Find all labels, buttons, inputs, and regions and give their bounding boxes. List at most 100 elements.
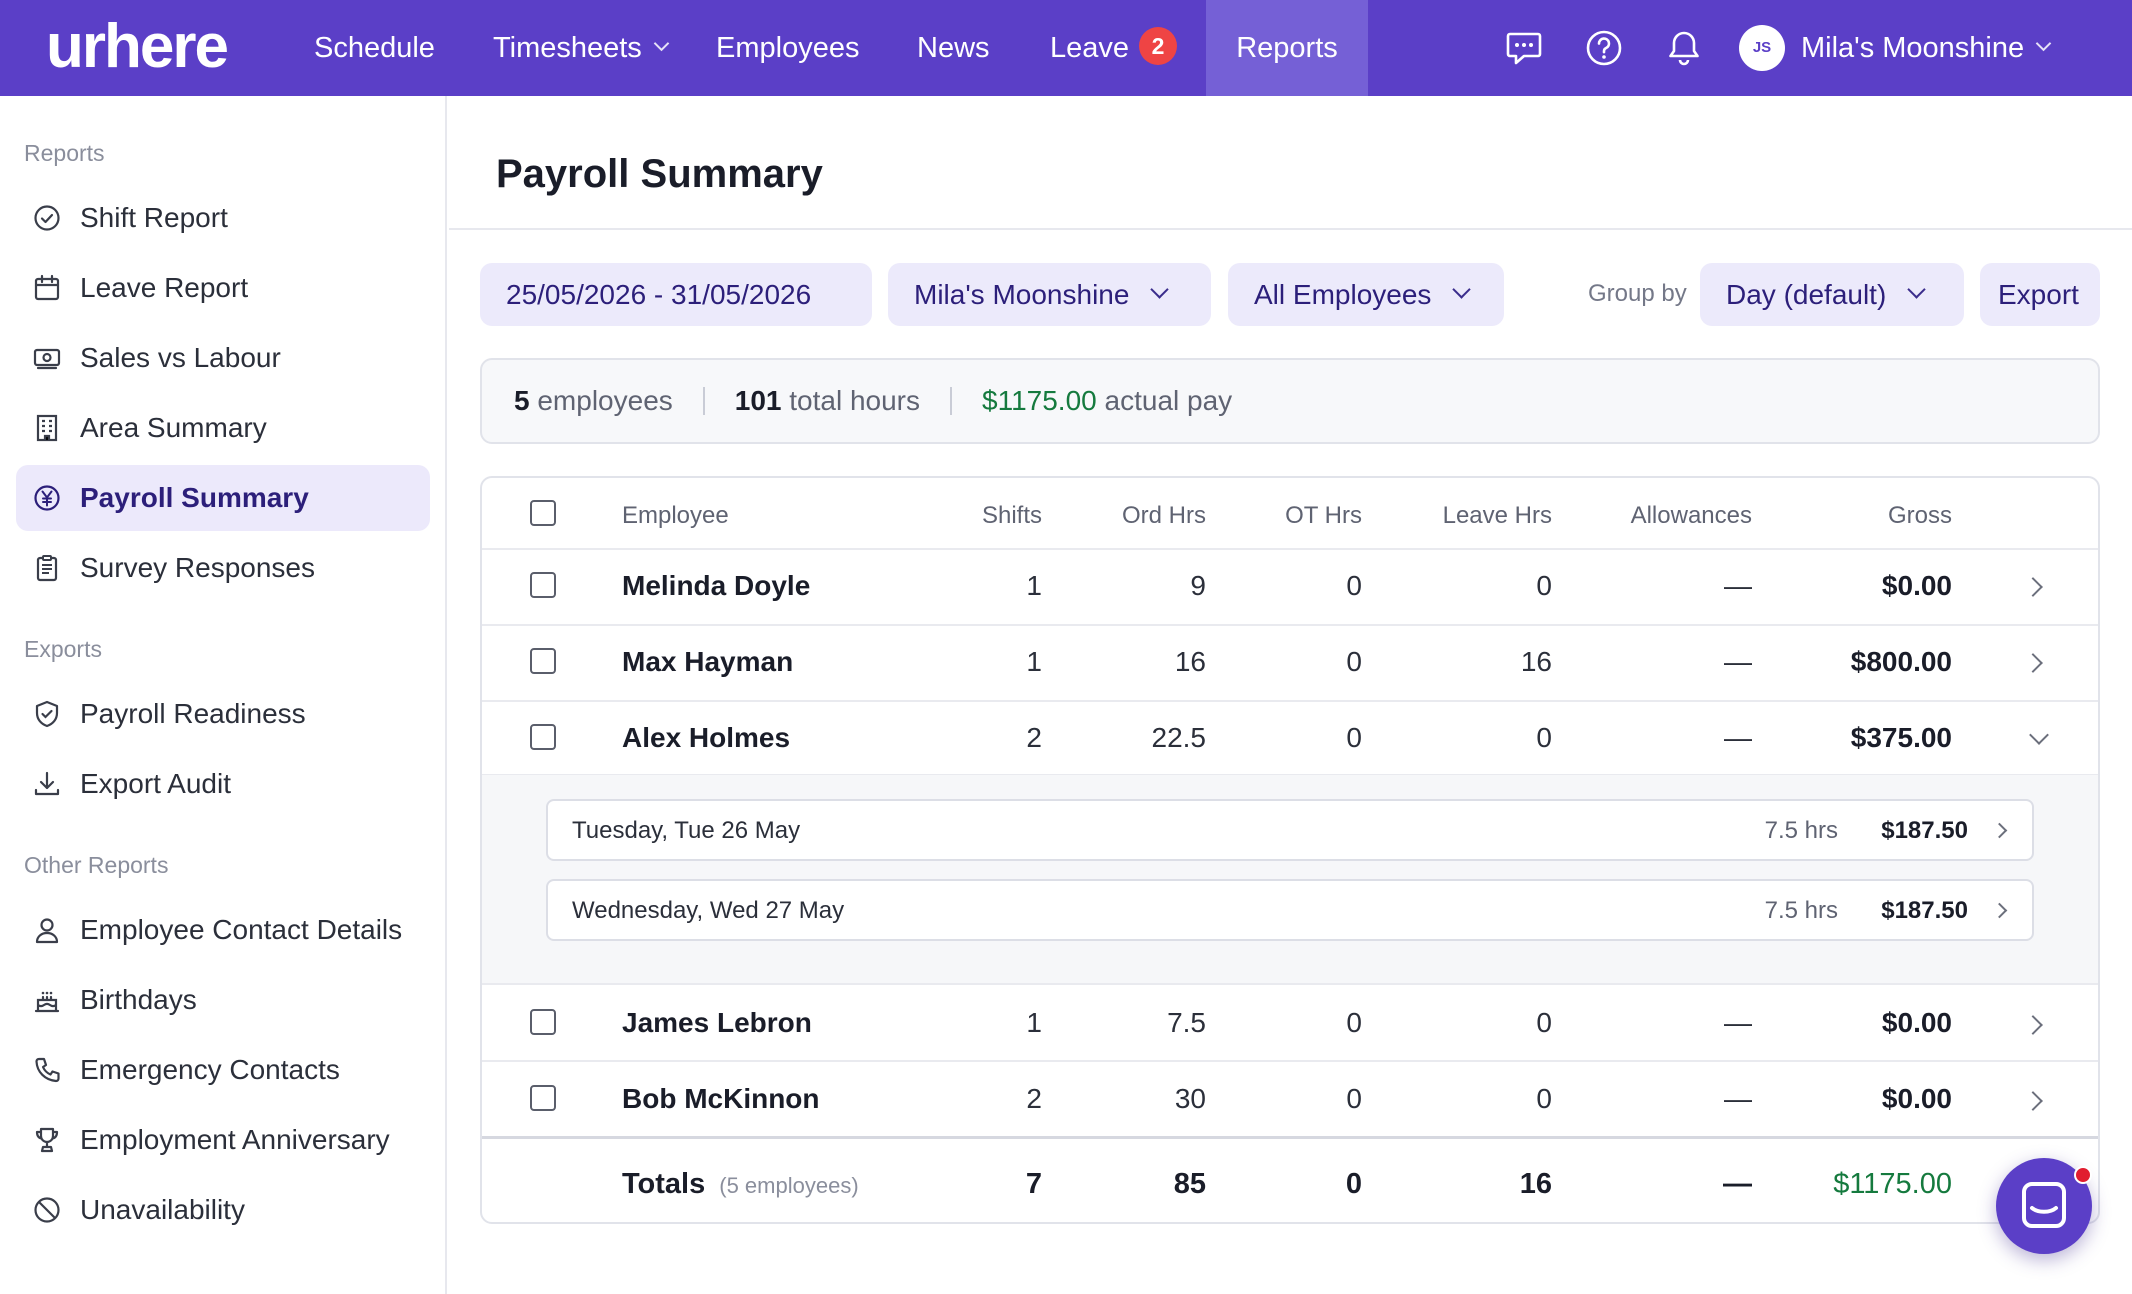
nav-schedule[interactable]: Schedule — [314, 0, 435, 96]
row-divider — [482, 983, 2098, 985]
day-amount: $187.50 — [1881, 817, 1968, 844]
chevron-down-icon — [2035, 35, 2052, 52]
shifts-value: 1 — [1026, 1007, 1042, 1038]
nav-news[interactable]: News — [917, 0, 990, 96]
avatar[interactable]: JS — [1739, 25, 1785, 71]
app-logo[interactable]: urhere — [46, 12, 229, 82]
employee-name[interactable]: James Lebron — [622, 1007, 812, 1039]
day-breakdown-row[interactable]: Tuesday, Tue 26 May 7.5 hrs $187.50 — [546, 799, 2034, 861]
row-checkbox[interactable] — [530, 648, 556, 674]
allowances-value: — — [1724, 1083, 1752, 1114]
totals-shifts: 7 — [1025, 1168, 1042, 1200]
stat-employees-label: employees — [537, 385, 673, 416]
totals-label: Totals — [622, 1168, 706, 1200]
date-range-picker[interactable]: 25/05/2026 - 31/05/2026 — [480, 263, 872, 326]
nav-timesheets[interactable]: Timesheets — [493, 0, 670, 96]
chevron-right-icon[interactable] — [1991, 822, 2008, 839]
chevron-down-icon — [653, 35, 670, 52]
sidebar-item-area-summary[interactable]: Area Summary — [16, 395, 430, 461]
chevron-right-icon[interactable] — [2023, 1015, 2043, 1035]
row-divider — [482, 548, 2098, 550]
chevron-right-icon[interactable] — [2023, 1091, 2043, 1111]
sidebar-item-survey-responses[interactable]: Survey Responses — [16, 535, 430, 601]
stat-employees-count: 5 — [514, 385, 530, 416]
help-icon[interactable] — [1584, 28, 1624, 68]
chevron-down-icon[interactable] — [2029, 725, 2049, 745]
shifts-value: 2 — [1026, 722, 1042, 753]
sidebar-item-payroll-summary[interactable]: Payroll Summary — [16, 465, 430, 531]
totals-gross: $1175.00 — [1833, 1168, 1952, 1200]
row-checkbox[interactable] — [530, 572, 556, 598]
group-by-select[interactable]: Day (default) — [1700, 263, 1964, 326]
sidebar-item-sales-vs-labour[interactable]: Sales vs Labour — [16, 325, 430, 391]
location-select[interactable]: Mila's Moonshine — [888, 263, 1211, 326]
nav-leave[interactable]: Leave 2 — [1050, 0, 1178, 96]
sidebar-item-employment-anniversary[interactable]: Employment Anniversary — [16, 1107, 430, 1173]
clipboard-icon — [36, 555, 58, 582]
ot-hrs-value: 0 — [1346, 722, 1362, 753]
employee-name[interactable]: Bob McKinnon — [622, 1083, 820, 1115]
row-checkbox[interactable] — [530, 724, 556, 750]
leave-hrs-value: 0 — [1536, 722, 1552, 753]
sidebar-item-payroll-readiness[interactable]: Payroll Readiness — [16, 681, 430, 747]
stat-divider — [702, 387, 705, 415]
leave-hrs-value: 0 — [1536, 1007, 1552, 1038]
bell-icon[interactable] — [1664, 28, 1704, 68]
sidebar-item-leave-report[interactable]: Leave Report — [16, 255, 430, 321]
column-header-leave-hrs[interactable]: Leave Hrs — [1362, 502, 1552, 530]
row-checkbox[interactable] — [530, 1009, 556, 1035]
nav-employees[interactable]: Employees — [716, 0, 859, 96]
nav-reports-label: Reports — [1236, 32, 1338, 64]
column-header-employee[interactable]: Employee — [622, 502, 729, 530]
sidebar-item-label: Emergency Contacts — [80, 1054, 340, 1085]
chat-icon[interactable] — [1504, 28, 1544, 68]
employee-name[interactable]: Max Hayman — [622, 646, 793, 678]
select-all-checkbox[interactable] — [530, 500, 556, 526]
column-header-ot-hrs[interactable]: OT Hrs — [1206, 502, 1362, 530]
sidebar-item-label: Survey Responses — [80, 552, 316, 583]
stat-divider — [950, 387, 953, 415]
row-checkbox[interactable] — [530, 1085, 556, 1111]
chevron-right-icon[interactable] — [2023, 653, 2043, 673]
stat-pay-label: actual pay — [1104, 385, 1233, 416]
phone-icon — [35, 1057, 60, 1083]
day-hours: 7.5 hrs — [1764, 817, 1838, 844]
ot-hrs-value: 0 — [1346, 1007, 1362, 1038]
sidebar-item-export-audit[interactable]: Export Audit — [16, 751, 430, 817]
ord-hrs-value: 7.5 — [1167, 1007, 1206, 1038]
row-divider — [482, 1060, 2098, 1062]
employee-name[interactable]: Alex Holmes — [622, 722, 790, 754]
sidebar-item-unavailability[interactable]: Unavailability — [16, 1177, 430, 1243]
export-button[interactable]: Export — [1980, 263, 2100, 326]
column-header-gross[interactable]: Gross — [1752, 502, 1952, 530]
column-header-shifts[interactable]: Shifts — [922, 502, 1042, 530]
totals-leave-hrs: 16 — [1519, 1168, 1552, 1200]
day-breakdown-row[interactable]: Wednesday, Wed 27 May 7.5 hrs $187.50 — [546, 879, 2034, 941]
chevron-right-icon[interactable] — [2023, 577, 2043, 597]
sidebar-item-employee-contact-details[interactable]: Employee Contact Details — [16, 897, 430, 963]
ord-hrs-value: 16 — [1174, 646, 1206, 677]
shifts-value: 1 — [1026, 646, 1042, 677]
export-button-label: Export — [1998, 278, 2079, 310]
totals-divider — [482, 1136, 2098, 1139]
title-divider — [449, 228, 2132, 230]
chevron-right-icon[interactable] — [1991, 902, 2008, 919]
sidebar-item-label: Export Audit — [80, 768, 231, 799]
stat-hours-value: 101 — [734, 385, 782, 416]
cash-icon — [33, 348, 61, 370]
account-menu[interactable]: Mila's Moonshine — [1801, 0, 2052, 96]
column-header-allowances[interactable]: Allowances — [1552, 502, 1752, 530]
chevron-down-icon — [1907, 280, 1926, 299]
sidebar-item-birthdays[interactable]: Birthdays — [16, 967, 430, 1033]
column-header-ord-hrs[interactable]: Ord Hrs — [1042, 502, 1206, 530]
nav-reports[interactable]: Reports — [1206, 0, 1368, 96]
sidebar-item-emergency-contacts[interactable]: Emergency Contacts — [16, 1037, 430, 1103]
totals-allowances: — — [1723, 1168, 1752, 1200]
employee-name[interactable]: Melinda Doyle — [622, 570, 810, 602]
employees-select[interactable]: All Employees — [1228, 263, 1504, 326]
gross-value: $800.00 — [1850, 646, 1952, 677]
sidebar-item-shift-report[interactable]: Shift Report — [16, 185, 430, 251]
page-title: Payroll Summary — [496, 152, 823, 196]
nav-schedule-label: Schedule — [314, 32, 435, 64]
group-by-value: Day (default) — [1726, 278, 1887, 310]
